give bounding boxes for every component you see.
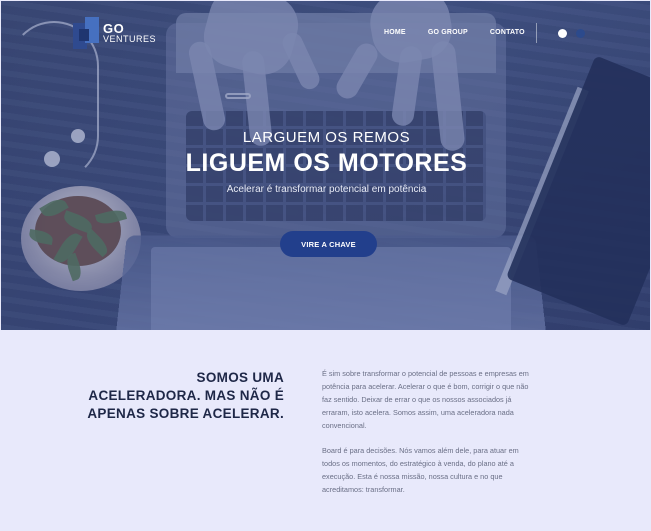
main-nav: HOME GO GROUP CONTATO <box>384 29 547 36</box>
logo-ventures-text: VENTURES <box>103 34 157 44</box>
vire-a-chave-button[interactable]: VIRE A CHAVE <box>280 231 377 257</box>
nav-divider <box>536 23 537 43</box>
hero-kicker: LARGUEM OS REMOS <box>242 129 411 146</box>
slide-dot-1[interactable] <box>558 29 567 38</box>
brand-logo[interactable]: GO VENTURES <box>73 17 156 49</box>
logo-cube-icon <box>73 17 99 49</box>
hero-headline: LIGUEM OS MOTORES <box>185 149 468 177</box>
hero-section: GO VENTURES HOME GO GROUP CONTATO LARGUE… <box>1 1 650 330</box>
hero-subheadline: Acelerar é transformar potencial em potê… <box>226 184 427 195</box>
nav-contato[interactable]: CONTATO <box>490 29 525 36</box>
nav-home[interactable]: HOME <box>384 29 406 36</box>
about-paragraph-1: É sim sobre transformar o potencial de p… <box>322 369 529 430</box>
about-paragraph-2: Board é para decisões. Nós vamos além de… <box>322 446 519 494</box>
about-title: SOMOS UMA ACELERADORA. MAS NÃO É APENAS … <box>87 370 284 421</box>
logo-wordmark: GO VENTURES <box>103 22 156 44</box>
nav-go-group[interactable]: GO GROUP <box>428 29 468 36</box>
slide-dot-2[interactable] <box>576 29 585 38</box>
